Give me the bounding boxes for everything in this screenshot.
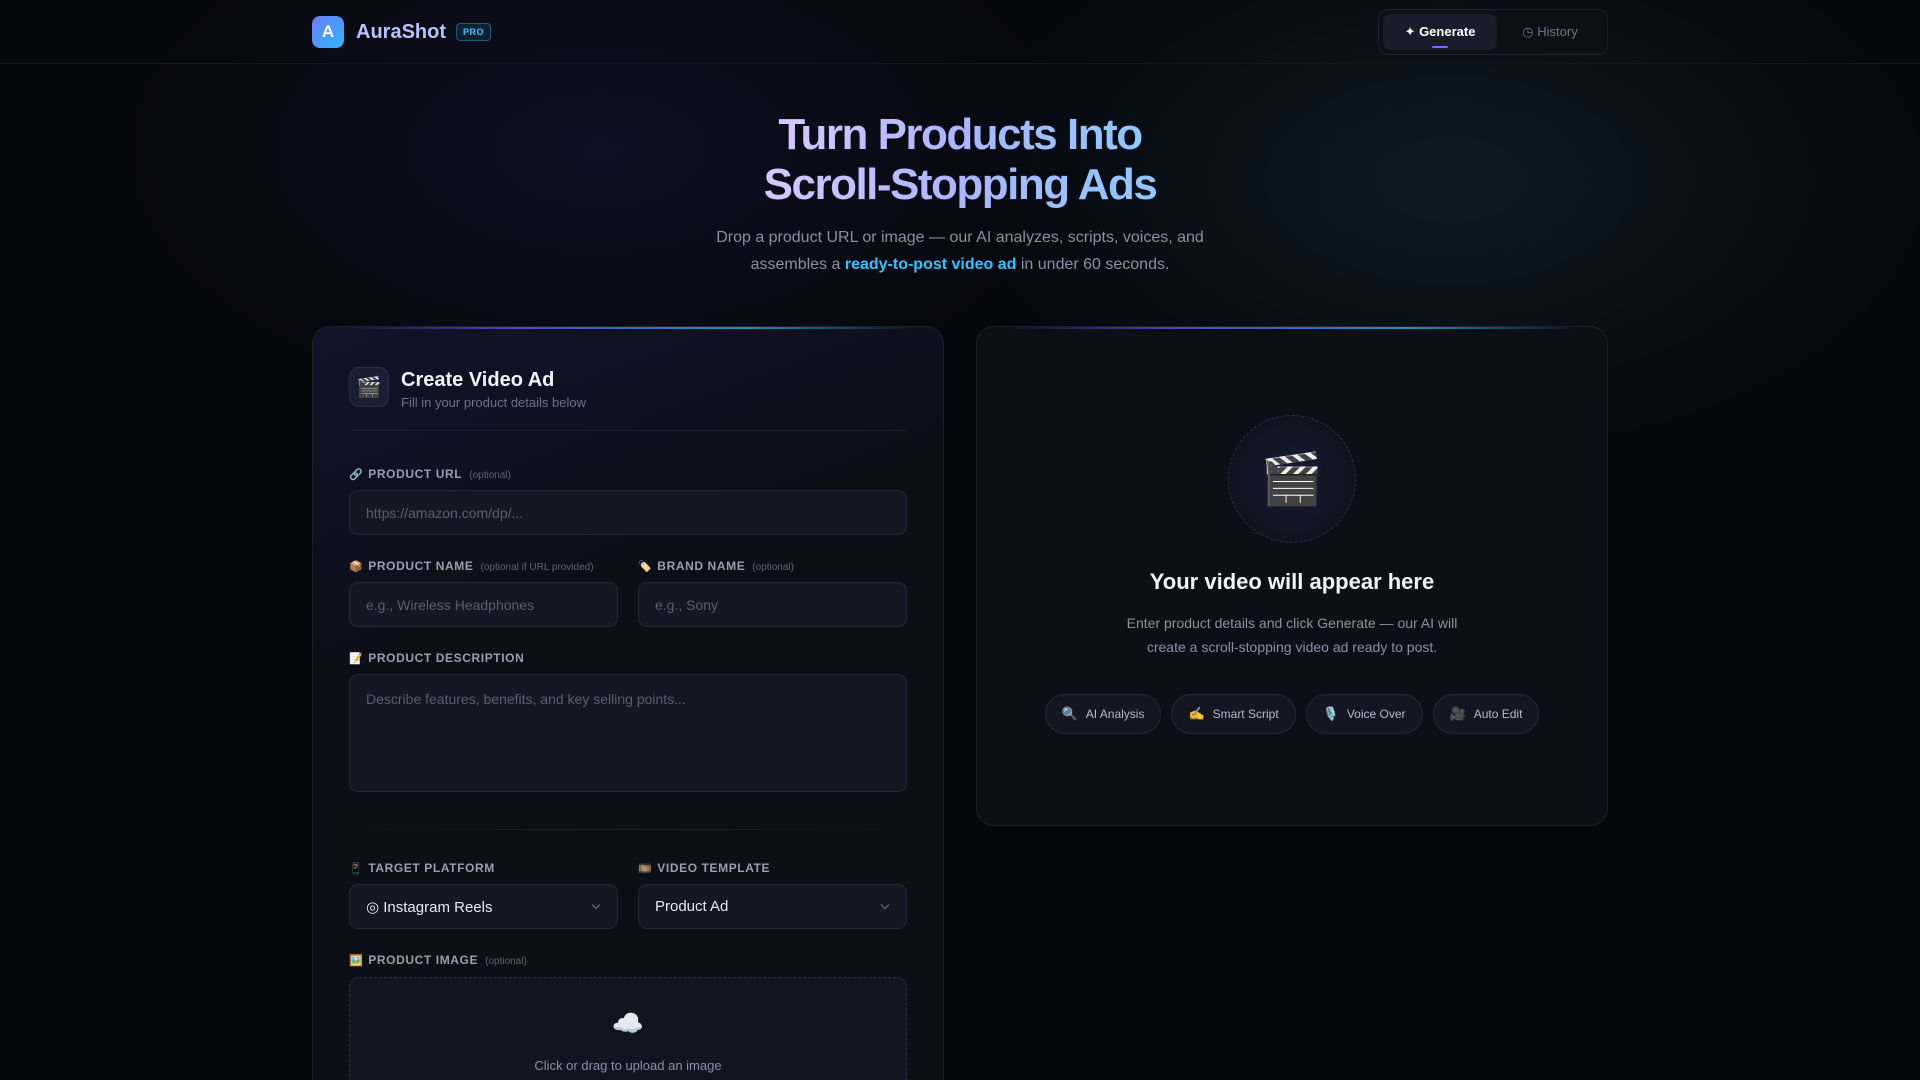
product-url-label: 🔗 PRODUCT URL (optional) <box>349 467 511 481</box>
brand[interactable]: A AuraShot PRO <box>312 16 492 48</box>
chip-label: Smart Script <box>1212 707 1279 721</box>
optional-hint: (optional) <box>469 470 511 481</box>
optional-hint: (optional) <box>752 562 794 573</box>
microphone-icon: 🎙️ <box>1322 706 1339 721</box>
hero-subtitle-line-1: Drop a product URL or image — our AI ana… <box>716 229 1204 246</box>
hero-title: Turn Products Into Scroll-Stopping Ads <box>0 110 1920 210</box>
product-url-input[interactable] <box>349 490 907 535</box>
app-name: AuraShot <box>356 20 446 43</box>
film-icon: 🎞️ <box>638 863 653 875</box>
product-url-label-text: PRODUCT URL <box>368 467 463 481</box>
chip-label: Voice Over <box>1346 707 1406 721</box>
preview-description-line-1: Enter product details and click Generate… <box>1126 615 1458 631</box>
create-video-form: 🎬 Create Video Ad Fill in your product d… <box>312 326 944 1080</box>
feature-chips: 🔍 AI Analysis ✍️ Smart Script 🎙️ Voice O… <box>977 694 1607 734</box>
tag-icon: 🏷️ <box>638 561 653 573</box>
preview-title: Your video will appear here <box>1149 569 1435 594</box>
video-template-label: 🎞️ VIDEO TEMPLATE <box>638 861 770 875</box>
image-upload-dropzone[interactable]: ☁️ Click or drag to upload an image <box>349 977 907 1080</box>
product-name-input[interactable] <box>349 582 618 627</box>
video-template-select[interactable]: Product Ad <box>638 884 907 929</box>
preview-description: Enter product details and click Generate… <box>977 611 1607 659</box>
video-camera-icon: 🎥 <box>1449 706 1466 721</box>
package-icon: 📦 <box>349 561 364 573</box>
chevron-down-icon <box>591 900 601 910</box>
chip-smart-script: ✍️ Smart Script <box>1171 694 1296 734</box>
brand-name-input[interactable] <box>638 582 907 627</box>
app-logo-icon: A <box>312 16 344 48</box>
main-nav: ✦ Generate ◷ History <box>1378 9 1608 55</box>
optional-hint: (optional if URL provided) <box>480 562 594 573</box>
hero-title-line-2: Scroll-Stopping Ads <box>763 160 1158 209</box>
hero-subtitle-post: in under 60 seconds. <box>1016 256 1170 273</box>
form-header: 🎬 Create Video Ad Fill in your product d… <box>349 367 586 410</box>
writing-hand-icon: ✍️ <box>1188 706 1205 721</box>
description-label-text: PRODUCT DESCRIPTION <box>368 651 525 665</box>
preview-description-line-2: create a scroll-stopping video ad ready … <box>1146 639 1438 655</box>
pro-badge: PRO <box>456 23 492 41</box>
chip-label: AI Analysis <box>1085 707 1145 721</box>
hero-title-line-1: Turn Products Into <box>778 110 1143 159</box>
product-description-textarea[interactable] <box>349 674 907 792</box>
product-image-label-text: PRODUCT IMAGE <box>368 953 479 967</box>
clapperboard-icon: 🎬 <box>1228 415 1356 543</box>
optional-hint: (optional) <box>485 956 527 967</box>
chip-auto-edit: 🎥 Auto Edit <box>1432 694 1540 734</box>
product-name-label-text: PRODUCT NAME <box>368 559 474 573</box>
hero-highlight: ready-to-post video ad <box>844 256 1017 273</box>
phone-icon: 📱 <box>349 863 364 875</box>
description-label: 📝 PRODUCT DESCRIPTION <box>349 651 524 665</box>
video-preview-panel: 🎬 Your video will appear here Enter prod… <box>976 326 1608 826</box>
top-bar: A AuraShot PRO ✦ Generate ◷ History <box>0 0 1920 64</box>
cloud-upload-icon: ☁️ <box>611 1008 645 1038</box>
picture-icon: 🖼️ <box>349 955 364 967</box>
target-platform-label-text: TARGET PLATFORM <box>368 861 495 875</box>
product-name-label: 📦 PRODUCT NAME (optional if URL provided… <box>349 559 594 573</box>
upload-instructions: Click or drag to upload an image <box>534 1058 722 1073</box>
chip-voice-over: 🎙️ Voice Over <box>1305 694 1423 734</box>
link-icon: 🔗 <box>349 469 364 481</box>
form-divider <box>349 430 907 431</box>
hero-subtitle-pre: assembles a <box>750 256 845 273</box>
target-platform-select[interactable]: ◎ Instagram Reels <box>349 884 618 929</box>
form-subtitle: Fill in your product details below <box>401 395 586 410</box>
section-divider <box>349 829 907 830</box>
hero-subtitle: Drop a product URL or image — our AI ana… <box>0 224 1920 278</box>
video-template-label-text: VIDEO TEMPLATE <box>657 861 771 875</box>
tab-generate[interactable]: ✦ Generate <box>1383 14 1497 50</box>
brand-name-label: 🏷️ BRAND NAME (optional) <box>638 559 794 573</box>
brand-name-label-text: BRAND NAME <box>657 559 746 573</box>
chip-label: Auto Edit <box>1473 707 1523 721</box>
selected-platform: ◎ Instagram Reels <box>366 898 493 916</box>
magnifier-icon: 🔍 <box>1061 706 1078 721</box>
target-platform-label: 📱 TARGET PLATFORM <box>349 861 495 875</box>
clapperboard-icon: 🎬 <box>349 367 389 407</box>
selected-template: Product Ad <box>655 898 729 915</box>
chevron-down-icon <box>880 900 890 910</box>
tab-history[interactable]: ◷ History <box>1497 14 1603 50</box>
chip-ai-analysis: 🔍 AI Analysis <box>1044 694 1162 734</box>
memo-icon: 📝 <box>349 653 364 665</box>
product-image-label: 🖼️ PRODUCT IMAGE (optional) <box>349 953 527 967</box>
form-title: Create Video Ad <box>401 369 555 391</box>
